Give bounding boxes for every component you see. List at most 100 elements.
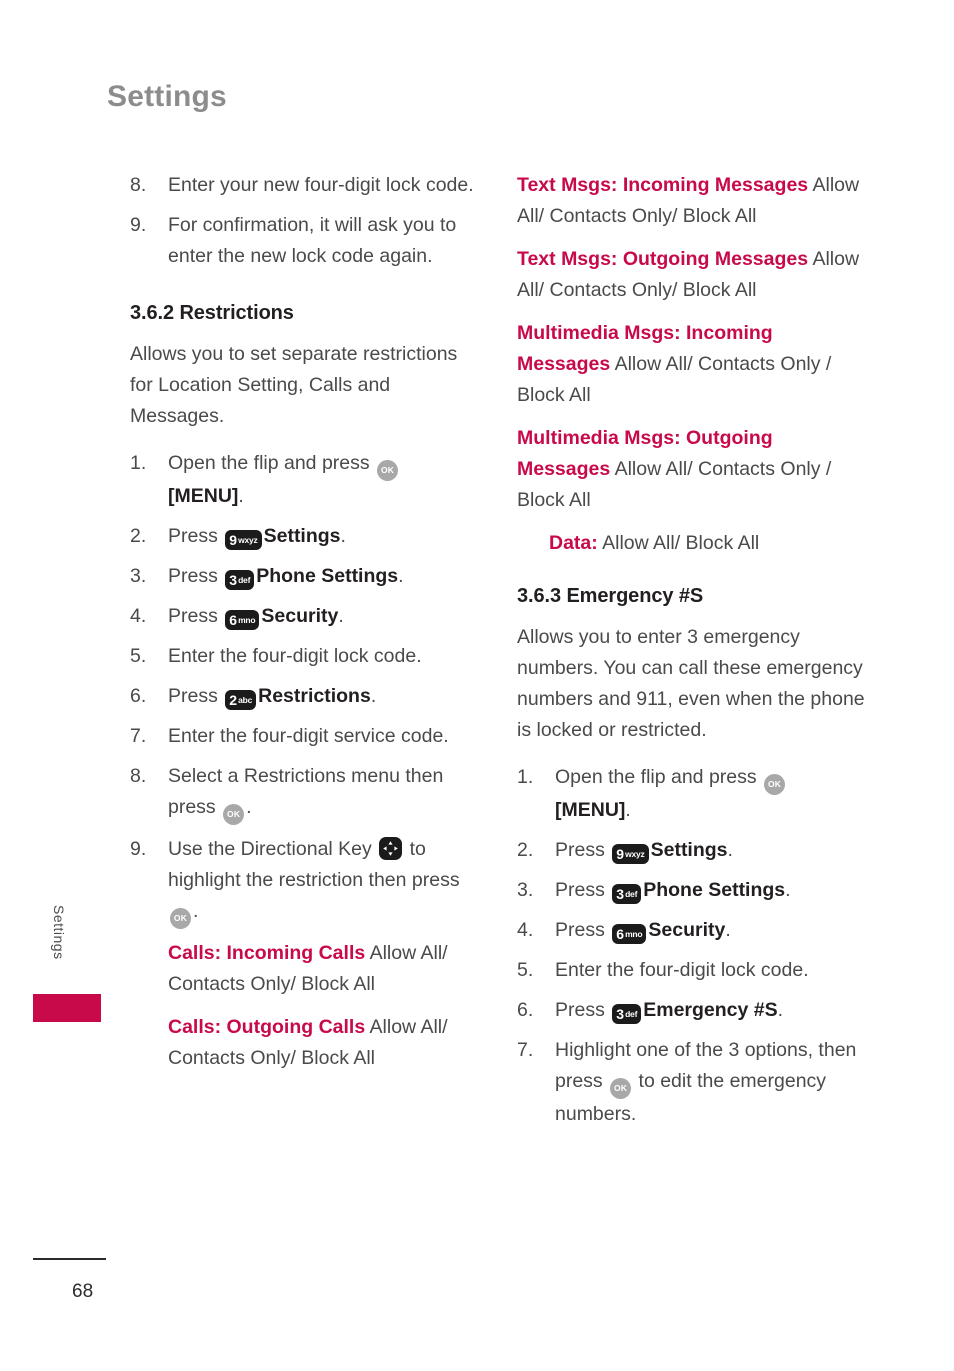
list-item: 2. Press 9 wxyz Settings. [517,835,869,866]
side-tab-label: Settings [51,905,67,960]
right-column: Text Msgs: Incoming Messages Allow All/ … [517,170,869,1139]
list-item: 4. Press 6 mno Security. [517,915,869,946]
list-item: 5. Enter the four-digit lock code. [517,955,869,986]
step-number: 3. [517,879,534,901]
step-text: Enter your new four-digit lock code. [168,174,474,196]
ok-key-icon: OK [764,774,786,795]
step-text: Open the flip and press [555,766,763,788]
section-heading-restrictions: 3.6.2 Restrictions [130,302,294,324]
restriction-entry: Text Msgs: Outgoing Messages Allow All/ … [517,244,869,306]
step-text: Press [555,839,611,861]
step-number: 4. [130,605,147,627]
menu-label: Restrictions [258,685,371,707]
step-text: Press [168,565,224,587]
step-tail: . [785,879,791,901]
list-item: 1. Open the flip and press OK [MENU]. [517,762,869,826]
step-tail: . [398,565,404,587]
restriction-options: Allow All/ Block All [602,532,760,554]
list-item: 9. Use the Directional Key to highlight t… [130,834,482,929]
list-item: 6. Press 2 abc Restrictions. [130,681,482,712]
menu-label: [MENU] [555,799,626,821]
restriction-entry: Multimedia Msgs: Outgoing Messages Allow… [517,423,869,516]
step-number: 2. [130,525,147,547]
menu-label: Settings [263,525,341,547]
key-3-def-icon: 3 def [225,570,255,590]
step-number: 9. [130,214,147,236]
menu-label: Phone Settings [256,565,399,587]
step-tail: . [246,796,252,818]
restriction-term: Calls: Incoming Calls [168,942,366,964]
restriction-entry: Calls: Incoming Calls Allow All/ Contact… [130,938,482,1000]
menu-label: Emergency #S [643,999,778,1021]
step-text: For confirmation, it will ask you to ent… [168,214,457,267]
section-intro: Allows you to enter 3 emergency numbers.… [517,626,865,741]
step-number: 9. [130,838,147,860]
key-6-mno-icon: 6 mno [225,610,260,630]
step-tail: . [338,605,344,627]
step-tail: . [625,799,631,821]
list-item: 2. Press 9 wxyz Settings. [130,521,482,552]
step-number: 6. [130,685,147,707]
step-tail: . [193,900,199,922]
section-intro: Allows you to set separate restrictions … [130,343,458,427]
menu-label: Security [261,605,339,627]
step-number: 1. [130,452,147,474]
step-number: 7. [130,725,147,747]
restriction-term: Data: [549,532,598,554]
list-item: 1. Open the flip and press OK [MENU]. [130,448,482,512]
step-number: 5. [130,645,147,667]
ok-key-icon: OK [223,804,245,825]
key-9-wxyz-icon: 9 wxyz [225,530,262,550]
step-tail: . [727,839,733,861]
directional-key-icon [379,837,403,860]
list-item: 7. Enter the four-digit service code. [130,721,482,752]
menu-label: Phone Settings [643,879,786,901]
ok-key-icon: OK [170,908,191,929]
step-number: 3. [130,565,147,587]
restriction-entry: Calls: Outgoing Calls Allow All/ Contact… [130,1012,482,1074]
list-item: 8. Select a Restrictions menu then press … [130,761,482,825]
key-3-def-icon: 3 def [612,884,642,904]
restriction-entry: Data: Allow All/ Block All [517,528,869,559]
list-item: 8. Enter your new four-digit lock code. [130,170,482,201]
key-3-def-icon: 3 def [612,1004,642,1024]
continued-step-list: 8. Enter your new four-digit lock code. 9… [130,170,482,272]
key-2-abc-icon: 2 abc [225,690,257,710]
key-6-mno-icon: 6 mno [612,924,647,944]
side-tab-marker [33,994,101,1022]
step-text: Press [555,919,611,941]
step-text: Press [555,879,611,901]
list-item: 3. Press 3 def Phone Settings. [517,875,869,906]
step-text: Enter the four-digit lock code. [168,645,422,667]
step-tail: . [370,685,377,707]
step-number: 4. [517,919,534,941]
menu-label: Security [648,919,726,941]
step-text: Press [168,605,224,627]
step-text: Use the Directional Key [168,838,378,860]
menu-label: Settings [650,839,728,861]
list-item: 4. Press 6 mno Security. [130,601,482,632]
step-number: 5. [517,959,534,981]
list-item: 9. For confirmation, it will ask you to e… [130,210,482,272]
page-number: 68 [72,1281,94,1302]
left-column: 8. Enter your new four-digit lock code. 9… [130,170,482,1086]
ok-key-icon: OK [377,460,399,481]
list-item: 5. Enter the four-digit lock code. [130,641,482,672]
footer-divider [33,1258,106,1260]
step-text: Press [168,525,224,547]
step-tail: . [725,919,731,941]
step-tail: . [777,999,784,1021]
step-text: Select a Restrictions menu then press [168,765,444,818]
restriction-entry: Text Msgs: Incoming Messages Allow All/ … [517,170,869,232]
key-9-wxyz-icon: 9 wxyz [612,844,649,864]
step-tail: . [340,525,346,547]
restrictions-step-list: 1. Open the flip and press OK [MENU]. 2. Pr… [130,448,482,929]
list-item: 7. Highlight one of the 3 options, then p… [517,1035,869,1130]
list-item: 3. Press 3 def Phone Settings. [130,561,482,592]
step-number: 7. [517,1039,534,1061]
emergency-step-list: 1. Open the flip and press OK [MENU]. 2. Pr… [517,762,869,1130]
menu-label: [MENU] [168,485,239,507]
step-number: 8. [130,174,147,196]
step-text: Press [555,999,611,1021]
step-number: 2. [517,839,534,861]
